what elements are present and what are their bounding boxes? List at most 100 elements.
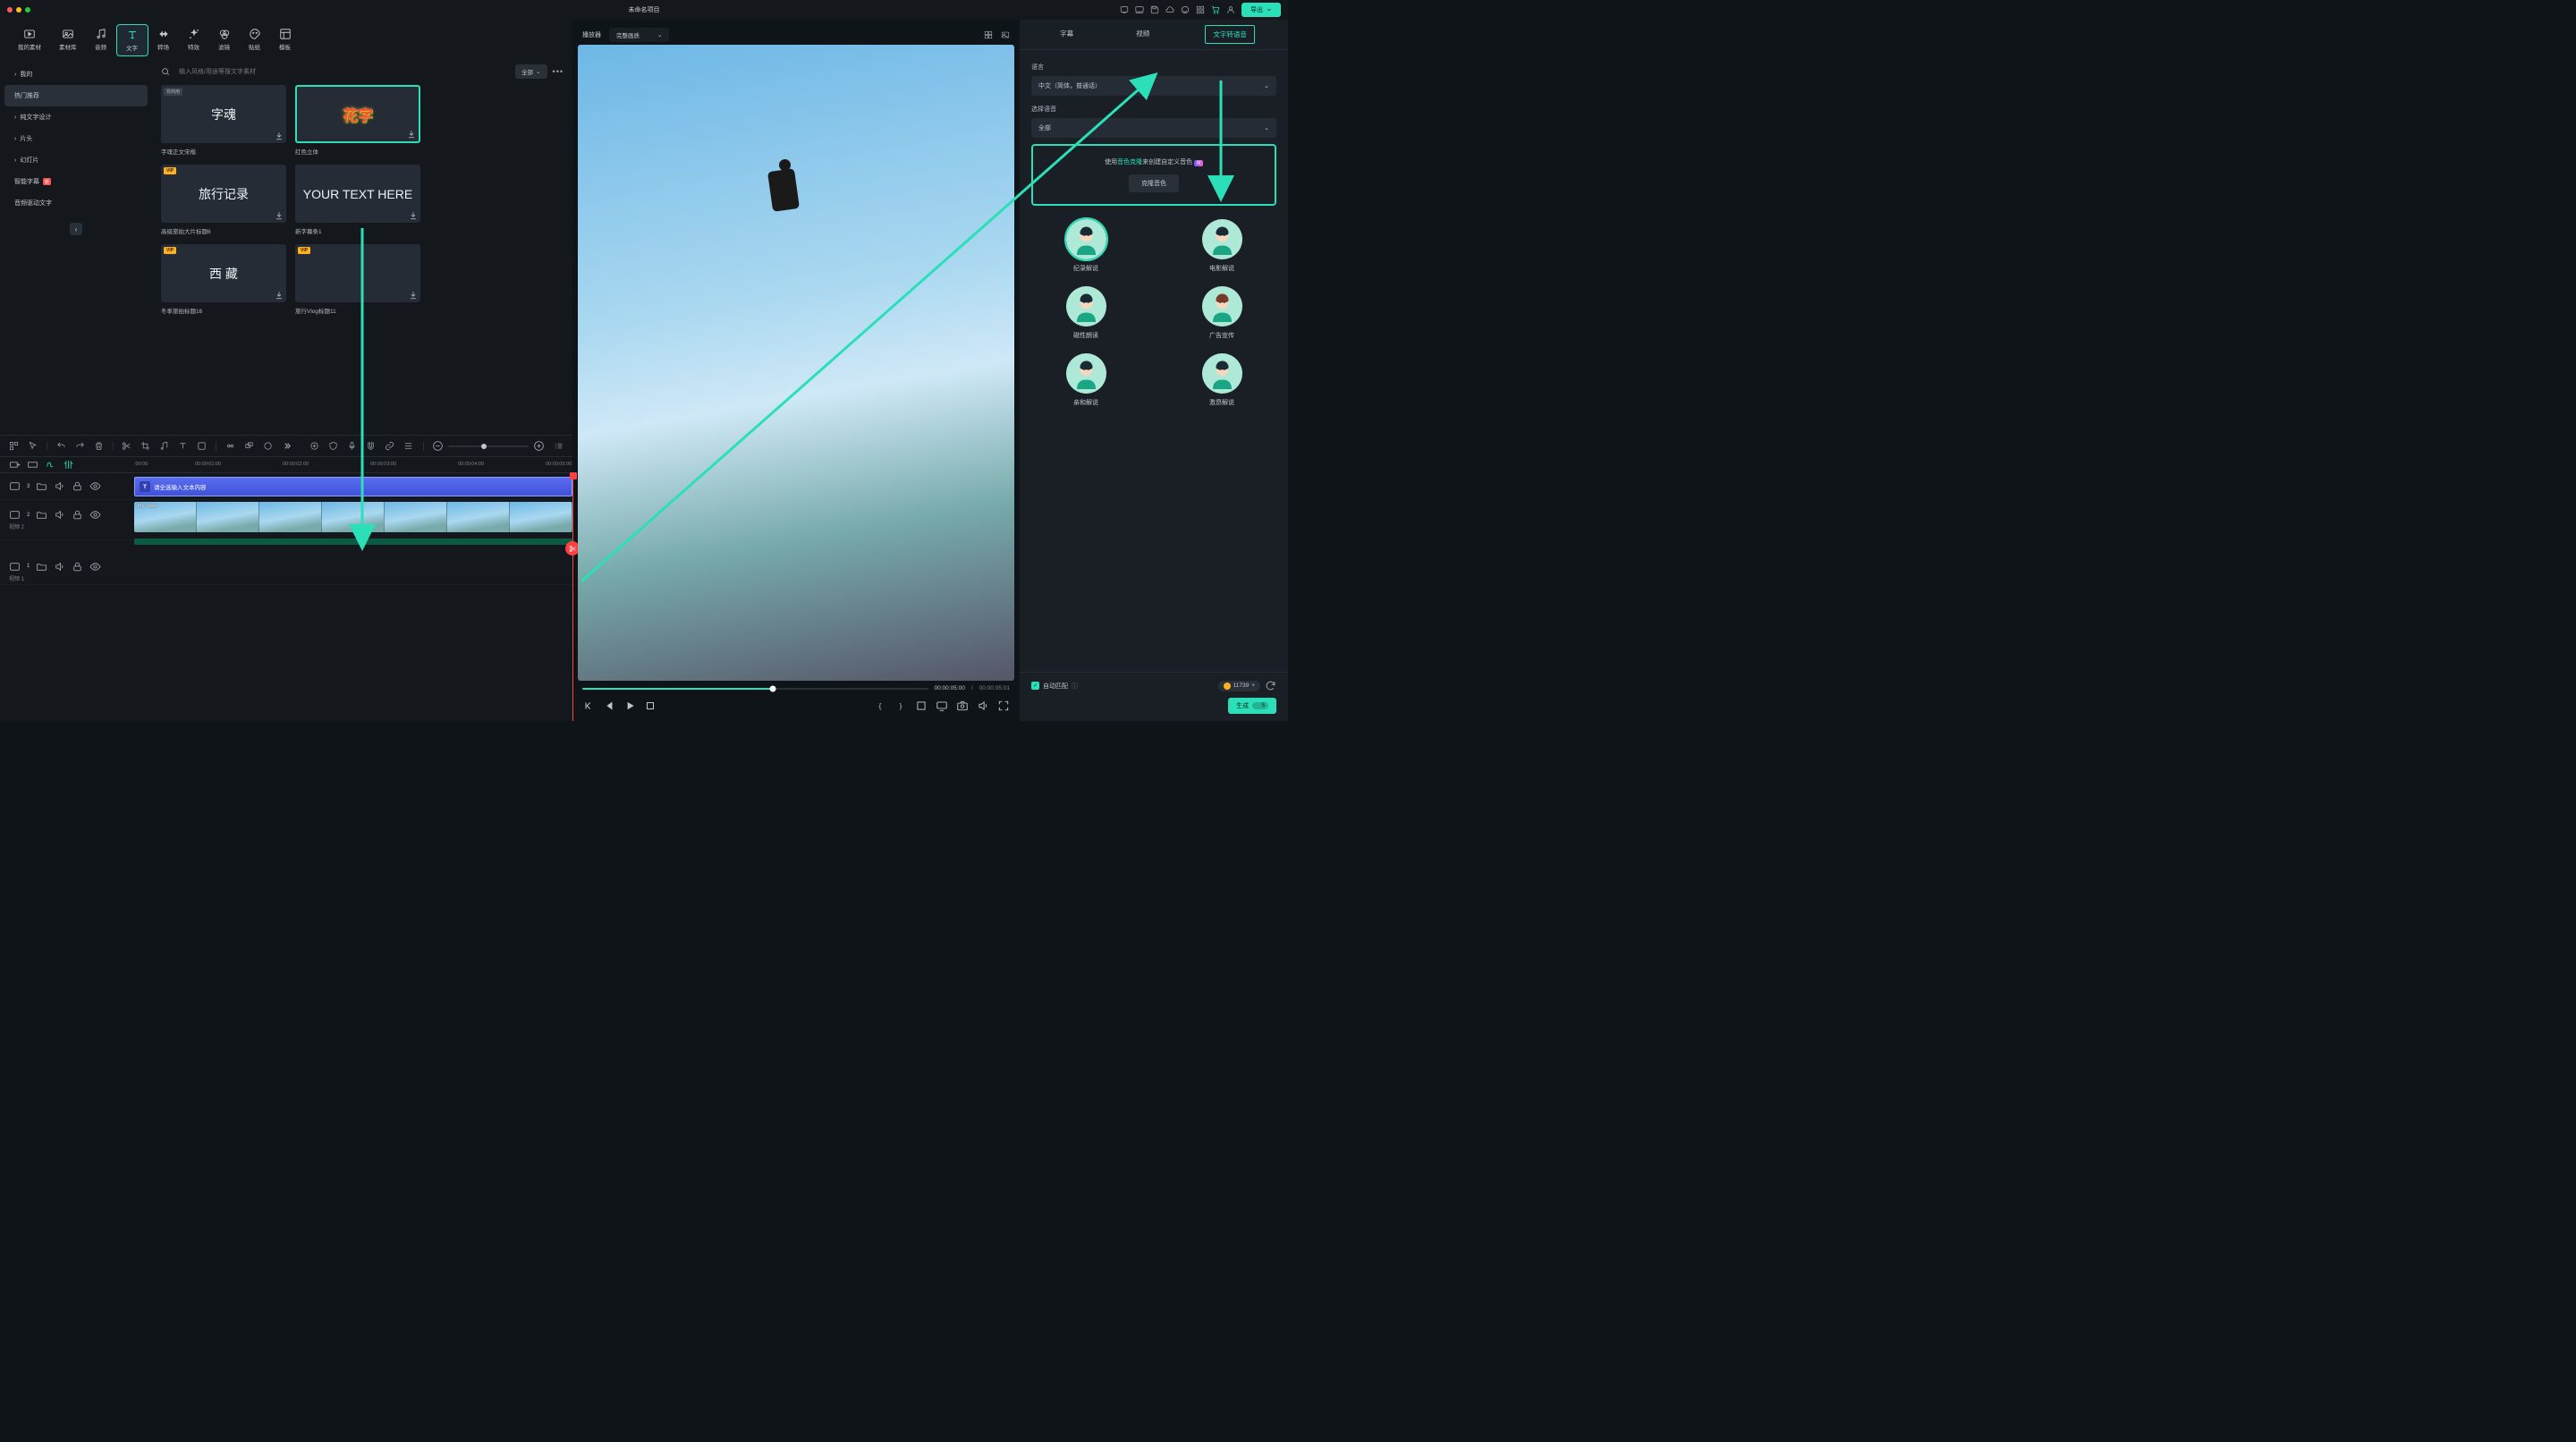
volume-icon[interactable]: [54, 561, 65, 573]
cloud-icon[interactable]: [1165, 5, 1174, 14]
scrubber[interactable]: [582, 688, 928, 690]
lock-icon[interactable]: [72, 561, 83, 573]
asset-item[interactable]: VIP西 藏冬季旅拍标题16: [161, 244, 286, 315]
brace-open-icon[interactable]: {: [874, 700, 886, 712]
voice-option[interactable]: 亲和解说: [1066, 353, 1106, 407]
volume-icon[interactable]: [54, 509, 65, 521]
auto-match-checkbox[interactable]: ✓ 自动匹配 ⓘ: [1031, 682, 1078, 691]
asset-item[interactable]: VIP旅行Vlog标题11: [295, 244, 420, 315]
lock-icon[interactable]: [72, 509, 83, 521]
link-icon[interactable]: [225, 440, 235, 452]
volume-icon[interactable]: [54, 480, 65, 492]
text-clip[interactable]: T 请全选输入文本内容: [134, 477, 572, 496]
generate-button[interactable]: 生成 5: [1228, 698, 1276, 714]
tab-sticker[interactable]: 贴纸: [240, 24, 270, 56]
brace-close-icon[interactable]: }: [894, 700, 907, 712]
volume-preview-icon[interactable]: [977, 700, 989, 712]
snapshot-icon[interactable]: [956, 700, 969, 712]
undo-icon[interactable]: [56, 440, 66, 452]
filter-dropdown[interactable]: 全部⌄: [515, 64, 547, 79]
overflow-icon[interactable]: [282, 440, 292, 452]
lock-icon[interactable]: [72, 480, 83, 492]
step-back-icon[interactable]: [603, 700, 615, 712]
asset-item[interactable]: VIP旅行记录高级旅拍大片标题6: [161, 165, 286, 235]
quality-dropdown[interactable]: 完整画质⌄: [609, 28, 669, 42]
grid-icon[interactable]: [9, 440, 19, 452]
timeline-zoom[interactable]: [432, 440, 545, 452]
lang-dropdown[interactable]: 中文（简体，普通话）⌄: [1031, 76, 1276, 96]
download-icon[interactable]: [407, 130, 416, 139]
cart-icon[interactable]: [1211, 5, 1220, 14]
split-icon[interactable]: [122, 440, 131, 452]
voice-option[interactable]: 纪录解说: [1066, 219, 1106, 273]
tab-audio[interactable]: 音频: [86, 24, 116, 56]
text-tool-icon[interactable]: [178, 440, 188, 452]
speed-icon[interactable]: [197, 440, 207, 452]
ungroup-icon[interactable]: [263, 440, 273, 452]
prev-frame-icon[interactable]: [582, 700, 595, 712]
add-track-icon[interactable]: [9, 459, 21, 471]
sidebar-item-audio-driven[interactable]: 音频驱动文字: [4, 192, 148, 214]
music-icon[interactable]: [159, 440, 169, 452]
track-options-icon[interactable]: [27, 459, 38, 471]
account-icon[interactable]: [1226, 5, 1235, 14]
eye-icon[interactable]: [89, 509, 101, 521]
list-icon[interactable]: [554, 440, 564, 452]
help-icon[interactable]: ⓘ: [1072, 682, 1078, 691]
download-icon[interactable]: [409, 211, 418, 220]
sidebar-item-opener[interactable]: ›片头: [4, 128, 148, 149]
tab-video[interactable]: 视频: [1129, 25, 1157, 44]
delete-icon[interactable]: [94, 440, 104, 452]
voice-option[interactable]: 磁性朗读: [1066, 286, 1106, 340]
credits-badge[interactable]: 11739 +: [1218, 681, 1260, 691]
redo-icon[interactable]: [75, 440, 85, 452]
sidebar-item-plain[interactable]: ›纯文字设计: [4, 106, 148, 128]
time-ruler[interactable]: :00:0000:00:01:0000:00:02:0000:00:03:000…: [134, 457, 572, 472]
sidebar-item-mine[interactable]: ›我的: [4, 64, 148, 85]
tab-stock[interactable]: 素材库: [50, 24, 86, 56]
voice-option[interactable]: 电影解说: [1202, 219, 1242, 273]
mic-icon[interactable]: [347, 440, 357, 452]
crop-icon[interactable]: [140, 440, 150, 452]
sidebar-item-popular[interactable]: 热门推荐: [4, 85, 148, 106]
download-icon[interactable]: [275, 291, 284, 300]
preview-canvas[interactable]: [578, 45, 1014, 681]
fullscreen-icon[interactable]: [997, 700, 1010, 712]
download-icon[interactable]: [275, 211, 284, 220]
link2-icon[interactable]: [385, 440, 394, 452]
collapse-sidebar-icon[interactable]: ‹: [70, 223, 82, 235]
refresh-icon[interactable]: [1265, 680, 1276, 691]
image-icon[interactable]: [1001, 30, 1010, 39]
track-media-icon[interactable]: [9, 480, 21, 492]
folder-icon[interactable]: [36, 480, 47, 492]
display-icon[interactable]: [936, 700, 948, 712]
tab-my-media[interactable]: 我的素材: [9, 24, 50, 56]
stop-icon[interactable]: [644, 700, 657, 712]
download-icon[interactable]: [275, 131, 284, 140]
track-media-icon[interactable]: [9, 561, 21, 573]
tab-template[interactable]: 模板: [270, 24, 301, 56]
tab-filter[interactable]: 滤镜: [209, 24, 240, 56]
tab-effect[interactable]: 特效: [179, 24, 209, 56]
auto-icon[interactable]: [45, 459, 56, 471]
video-clip[interactable]: My Video: [134, 502, 572, 532]
asset-item[interactable]: YOUR TEXT HERE新字幕条1: [295, 165, 420, 235]
download-icon[interactable]: [409, 291, 418, 300]
feedback-icon[interactable]: [1120, 5, 1129, 14]
tab-transition[interactable]: 转场: [148, 24, 179, 56]
shield-icon[interactable]: [328, 440, 338, 452]
eye-icon[interactable]: [89, 561, 101, 573]
voice-option[interactable]: 激昂解说: [1202, 353, 1242, 407]
sidebar-item-smart-subtitle[interactable]: 智能字幕新: [4, 171, 148, 192]
cursor-icon[interactable]: [28, 440, 38, 452]
layout-grid-icon[interactable]: [984, 30, 993, 39]
voice-option[interactable]: 广告宣传: [1202, 286, 1242, 340]
asset-item[interactable]: 非商用字魂字魂正文宋楷: [161, 85, 286, 156]
export-button[interactable]: 导出: [1241, 3, 1281, 17]
tab-tts[interactable]: 文字转语音: [1205, 25, 1255, 44]
voice-filter-dropdown[interactable]: 全部⌄: [1031, 118, 1276, 138]
more-options-icon[interactable]: •••: [553, 67, 564, 76]
tab-subtitle[interactable]: 字幕: [1053, 25, 1080, 44]
crop-preview-icon[interactable]: [915, 700, 928, 712]
marker-icon[interactable]: [309, 440, 319, 452]
